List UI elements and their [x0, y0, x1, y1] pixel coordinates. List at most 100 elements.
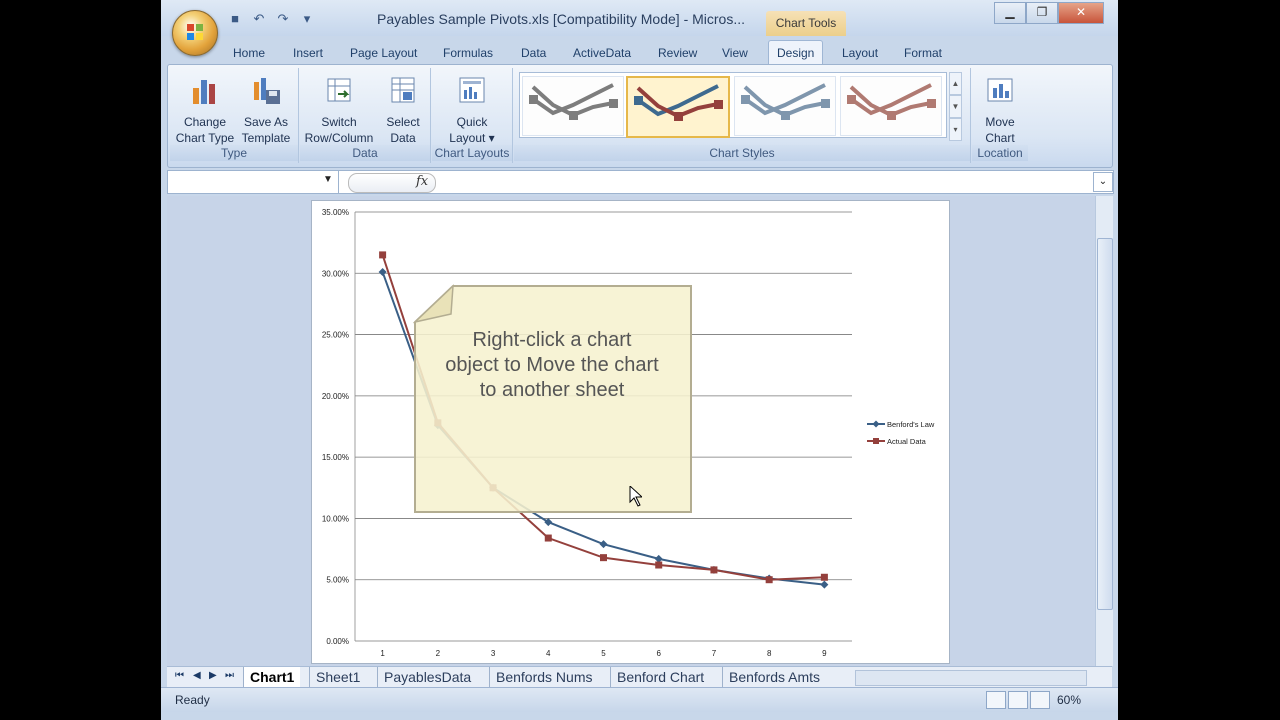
chart-style-4-preview: [847, 83, 936, 120]
quick-layout-label-2: Layout ▾: [449, 131, 495, 145]
chart-style-2[interactable]: [626, 76, 730, 138]
tab-format[interactable]: Format: [904, 42, 942, 64]
first-sheet-icon[interactable]: ⏮: [175, 670, 184, 681]
tab-activedata[interactable]: ActiveData: [573, 42, 631, 64]
legend-label-2: Actual Data: [887, 437, 927, 446]
select-data-label-1: Select: [386, 115, 420, 129]
y-tick-label: 15.00%: [322, 453, 349, 462]
tab-layout[interactable]: Layout: [842, 42, 878, 64]
change-chart-type-icon: [193, 80, 215, 104]
chart-style-1[interactable]: [522, 76, 624, 136]
tab-view[interactable]: View: [722, 42, 748, 64]
zoom-level[interactable]: 60%: [1057, 693, 1081, 707]
select-data-button[interactable]: Select Data: [378, 72, 428, 146]
sheet-tab-sheet1[interactable]: Sheet1: [309, 667, 366, 687]
quick-layout-button[interactable]: Quick Layout ▾: [438, 72, 506, 146]
sheet-tab-chart1[interactable]: Chart1: [243, 667, 301, 687]
move-cursor-icon: [629, 486, 642, 507]
series-2-point: [710, 566, 718, 574]
sheet-tab-benfords-amts[interactable]: Benfords Amts: [722, 667, 826, 687]
gallery-down-icon[interactable]: ▼: [949, 95, 962, 118]
tab-formulas[interactable]: Formulas: [443, 42, 493, 64]
last-sheet-icon[interactable]: ⏭: [225, 670, 234, 681]
sheet-tab-payablesdata[interactable]: PayablesData: [377, 667, 477, 687]
chart-style-4[interactable]: [840, 76, 942, 136]
undo-icon[interactable]: ↶: [251, 11, 267, 27]
name-box-dropdown-icon[interactable]: ▼: [323, 174, 333, 185]
switch-row-column-button[interactable]: Switch Row/Column: [302, 72, 376, 146]
change-chart-type-label-2: Chart Type: [175, 131, 235, 145]
sheet-tab-benford-chart[interactable]: Benford Chart: [610, 667, 710, 687]
maximize-button[interactable]: ❐: [1026, 2, 1058, 24]
move-chart-button[interactable]: Move Chart: [975, 72, 1025, 146]
group-label-chart-layouts: Chart Layouts: [432, 145, 512, 161]
callout-line-2: object to Move the chart: [445, 354, 659, 376]
title-bar: ■ ↶ ↷ ▾ Payables Sample Pivots.xls [Comp…: [161, 0, 1118, 36]
gallery-more-icon[interactable]: ▾: [949, 118, 962, 141]
horizontal-scrollbar[interactable]: [855, 670, 1087, 686]
quick-layout-label-1: Quick: [456, 115, 488, 129]
chart-style-3[interactable]: [734, 76, 836, 136]
redo-icon[interactable]: ↷: [275, 11, 291, 27]
vertical-scroll-thumb[interactable]: [1097, 238, 1113, 610]
ribbon-tabs: Home Insert Page Layout Formulas Data Ac…: [161, 40, 1118, 98]
name-box[interactable]: ▼: [168, 171, 339, 193]
series-2-point: [820, 573, 828, 581]
group-data: Switch Row/Column Select Data Data: [300, 68, 431, 163]
sheet-tabs-bar: ⏮ ◀ ▶ ⏭ Chart1 Sheet1 PayablesData Benfo…: [167, 666, 1112, 687]
tab-design[interactable]: Design: [768, 40, 824, 65]
x-tick-label: 6: [656, 649, 661, 658]
gallery-up-icon[interactable]: ▲: [949, 72, 962, 95]
series-1-point: [599, 540, 608, 549]
insert-function-icon[interactable]: fx: [416, 174, 428, 189]
page-layout-view-icon[interactable]: [1008, 691, 1028, 709]
select-data-label-2: Data: [390, 131, 416, 145]
chart-tools-context-label: Chart Tools: [766, 11, 846, 36]
save-as-template-label-2: Template: [241, 131, 291, 145]
move-chart-icon: [987, 78, 1013, 102]
switch-row-column-label-2: Row/Column: [304, 131, 374, 145]
group-location: Move Chart Location: [972, 68, 1028, 163]
window-title: Payables Sample Pivots.xls [Compatibilit…: [377, 11, 746, 27]
x-tick-label: 8: [767, 649, 772, 658]
tab-home[interactable]: Home: [233, 42, 265, 64]
y-tick-label: 10.00%: [322, 514, 349, 523]
legend-marker-1: [872, 420, 880, 428]
change-chart-type-button[interactable]: Change Chart Type: [174, 72, 236, 146]
next-sheet-icon[interactable]: ▶: [209, 670, 217, 681]
office-button[interactable]: [172, 10, 218, 56]
gallery-scroll: ▲ ▼ ▾: [949, 72, 962, 141]
y-tick-label: 35.00%: [322, 208, 349, 217]
normal-view-icon[interactable]: [986, 691, 1006, 709]
x-tick-label: 3: [491, 649, 496, 658]
page-break-view-icon[interactable]: [1030, 691, 1050, 709]
series-2-point: [544, 534, 552, 542]
chart-style-1-preview: [529, 83, 618, 120]
vertical-scrollbar[interactable]: [1095, 196, 1113, 666]
prev-sheet-icon[interactable]: ◀: [193, 670, 201, 681]
series-2-point: [655, 561, 663, 569]
tab-data[interactable]: Data: [521, 42, 546, 64]
tab-page-layout[interactable]: Page Layout: [350, 42, 417, 64]
series-2-point: [379, 251, 387, 259]
excel-window: ■ ↶ ↷ ▾ Payables Sample Pivots.xls [Comp…: [161, 0, 1118, 720]
office-logo-icon: [187, 24, 203, 40]
group-type: Change Chart Type Save As Template Type: [170, 68, 299, 163]
sheet-tab-benfords-nums[interactable]: Benfords Nums: [489, 667, 598, 687]
minimize-button[interactable]: ▁: [994, 2, 1026, 24]
save-icon[interactable]: ■: [227, 11, 243, 27]
save-as-template-button[interactable]: Save As Template: [236, 72, 296, 146]
switch-row-column-icon: [327, 78, 351, 102]
tab-review[interactable]: Review: [658, 42, 697, 64]
tab-insert[interactable]: Insert: [293, 42, 323, 64]
series-2-point: [765, 576, 773, 584]
formula-bar: ▼ fx ⌄: [167, 170, 1114, 194]
group-chart-layouts: Quick Layout ▾ Chart Layouts: [432, 68, 513, 163]
expand-formula-bar-icon[interactable]: ⌄: [1093, 172, 1113, 192]
close-window-button[interactable]: ✕: [1058, 2, 1104, 24]
move-chart-label-1: Move: [985, 115, 1015, 129]
status-bar: Ready 60%: [161, 687, 1118, 712]
change-chart-type-label-1: Change: [183, 115, 227, 129]
y-tick-label: 0.00%: [326, 637, 349, 646]
customize-qat-icon[interactable]: ▾: [299, 11, 315, 27]
